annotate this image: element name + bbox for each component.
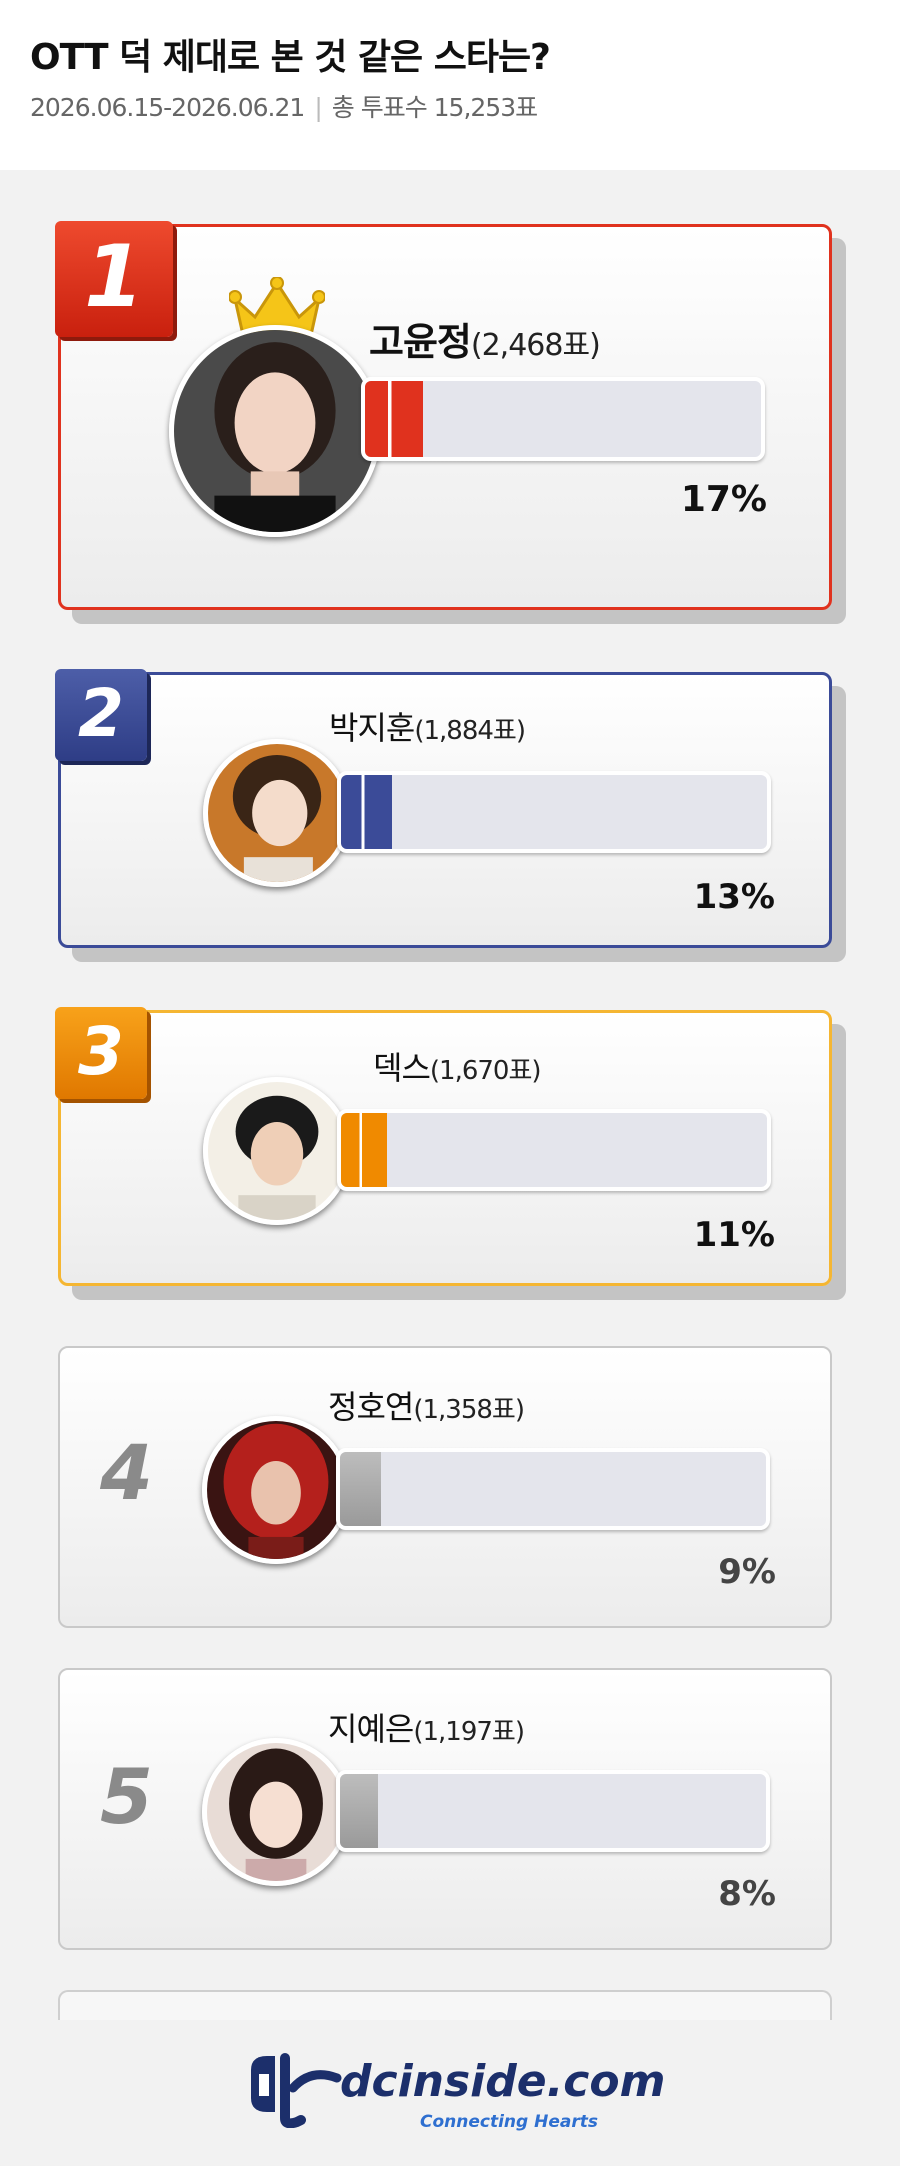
vote-percent: 8% xyxy=(718,1874,776,1914)
vote-bar-1 xyxy=(361,377,765,461)
vote-bar-5 xyxy=(336,1770,770,1852)
logo-brand: dcinside.com xyxy=(340,2056,666,2107)
poll-title: OTT 덕 제대로 본 것 같은 스타는? xyxy=(30,37,551,78)
avatar xyxy=(203,739,351,887)
rank-badge-2: 2 xyxy=(55,669,147,761)
entry-card-4[interactable]: 4 정호연(1,358표) 9% xyxy=(58,1346,832,1628)
rank-badge-1: 1 xyxy=(55,221,173,337)
avatar xyxy=(203,1077,351,1225)
vote-percent: 17% xyxy=(680,479,767,520)
vote-bar-2 xyxy=(337,771,771,853)
poll-total-votes: 총 투표수 15,253표 xyxy=(331,93,538,122)
entry-card-2[interactable]: 2 박지훈(1,884표) 13% xyxy=(55,669,832,948)
entry-name: 고윤정(2,468표) xyxy=(369,320,601,364)
entry-card-6-partial[interactable] xyxy=(58,1990,832,2020)
vote-bar-fill xyxy=(341,775,393,849)
avatar xyxy=(202,1416,350,1564)
rank-badge-3: 3 xyxy=(55,1007,147,1099)
poll-period: 2026.06.15-2026.06.21 xyxy=(30,93,305,122)
rank-number: 2 xyxy=(78,675,124,752)
vote-bar-fill xyxy=(341,1113,388,1187)
vote-percent: 13% xyxy=(693,877,775,917)
avatar xyxy=(202,1738,350,1886)
entry-name: 덱스(1,670표) xyxy=(373,1049,542,1087)
vote-bar-fill xyxy=(340,1774,379,1848)
rank-number: 3 xyxy=(78,1013,124,1090)
rank-number-4: 4 xyxy=(100,1428,153,1517)
vote-bar-3 xyxy=(337,1109,771,1191)
meta-divider: | xyxy=(314,93,323,122)
rank-number: 1 xyxy=(84,227,144,327)
dc-mark-icon xyxy=(251,2053,342,2128)
vote-bar-fill xyxy=(340,1452,381,1526)
vote-percent: 11% xyxy=(693,1215,775,1255)
poll-meta: 2026.06.15-2026.06.21 | 총 투표수 15,253표 xyxy=(30,88,538,124)
entry-name: 박지훈(1,884표) xyxy=(329,709,526,747)
entry-card-1[interactable]: 1 고윤정(2,468표) 17% xyxy=(55,221,832,610)
entry-name: 지예은(1,197표) xyxy=(328,1710,525,1748)
entry-card-5[interactable]: 5 지예은(1,197표) 8% xyxy=(58,1668,832,1950)
entry-card-3[interactable]: 3 덱스(1,670표) 11% xyxy=(55,1007,832,1286)
avatar xyxy=(169,325,381,537)
entry-name: 정호연(1,358표) xyxy=(328,1388,525,1426)
vote-percent: 9% xyxy=(718,1552,776,1592)
logo-tagline: Connecting Hearts xyxy=(420,2112,598,2132)
vote-bar-fill xyxy=(365,381,423,457)
rank-number-5: 5 xyxy=(100,1752,153,1841)
dcinside-logo[interactable]: dcinside.com Connecting Hearts xyxy=(245,2048,695,2138)
poll-header: OTT 덕 제대로 본 것 같은 스타는? 2026.06.15-2026.06… xyxy=(0,0,900,170)
vote-bar-4 xyxy=(336,1448,770,1530)
